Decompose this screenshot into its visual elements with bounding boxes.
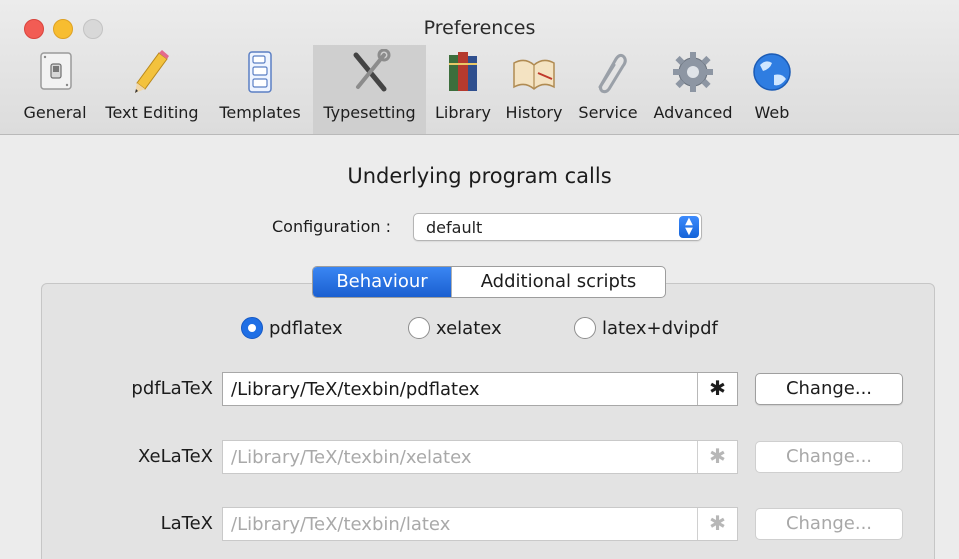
engine-radio-xelatex[interactable]: xelatex (408, 316, 502, 340)
toolbar-item-library[interactable]: Library (431, 45, 495, 134)
engine-label: pdflatex (269, 317, 343, 339)
gear-icon[interactable]: ✱ (697, 441, 737, 473)
toolbar: Preferences General Text Editing Templat… (0, 0, 959, 135)
gear-icon[interactable]: ✱ (697, 508, 737, 540)
program-row-pdflatex: pdfLaTeX /Library/TeX/texbin/pdflatex ✱ … (0, 372, 959, 406)
program-path-field[interactable]: /Library/TeX/texbin/xelatex ✱ (222, 440, 738, 474)
program-label: XeLaTeX (138, 446, 213, 467)
radio-selected-icon (241, 317, 263, 339)
window-title: Preferences (423, 17, 536, 39)
toolbar-item-advanced[interactable]: Advanced (647, 45, 739, 134)
template-icon (248, 51, 272, 93)
toolbar-item-label: Typesetting (323, 103, 416, 122)
paperclip-icon (598, 53, 627, 94)
configuration-value: default (426, 218, 483, 237)
engine-radio-latex-dvipdf[interactable]: latex+dvipdf (574, 316, 718, 340)
program-label: LaTeX (160, 513, 213, 534)
toolbar-item-templates[interactable]: Templates (214, 45, 306, 134)
configuration-label: Configuration : (272, 217, 391, 236)
program-path-value: /Library/TeX/texbin/xelatex (231, 447, 472, 468)
toolbar-item-label: Web (754, 103, 790, 122)
configuration-select[interactable]: default ▲ ▼ (413, 213, 702, 241)
preferences-window: Preferences General Text Editing Templat… (0, 0, 959, 559)
toolbar-item-history[interactable]: History (501, 45, 567, 134)
toolbar-item-label: General (23, 103, 87, 122)
toolbar-item-label: Library (435, 103, 491, 122)
toolbar-item-service[interactable]: Service (574, 45, 642, 134)
toolbar-item-label: Templates (219, 103, 301, 122)
tab-bar: Behaviour Additional scripts (312, 266, 666, 298)
section-title: Underlying program calls (347, 164, 612, 188)
change-button[interactable]: Change... (755, 508, 903, 540)
globe-icon (753, 53, 791, 91)
program-row-xelatex: XeLaTeX /Library/TeX/texbin/xelatex ✱ Ch… (0, 440, 959, 474)
typesetting-panel: Underlying program calls Configuration :… (0, 136, 959, 559)
program-path-field[interactable]: /Library/TeX/texbin/latex ✱ (222, 507, 738, 541)
book-icon (513, 59, 555, 91)
select-stepper-icon: ▲ ▼ (679, 216, 699, 238)
engine-label: latex+dvipdf (602, 317, 718, 339)
program-path-value: /Library/TeX/texbin/pdflatex (231, 379, 480, 400)
toolbar-item-text-editing[interactable]: Text Editing (97, 45, 207, 134)
gear-icon[interactable]: ✱ (697, 373, 737, 405)
program-path-value: /Library/TeX/texbin/latex (231, 514, 451, 535)
toolbar-item-label: Text Editing (105, 103, 199, 122)
tab-additional-scripts[interactable]: Additional scripts (451, 267, 665, 297)
change-button[interactable]: Change... (755, 441, 903, 473)
change-button[interactable]: Change... (755, 373, 903, 405)
program-path-field[interactable]: /Library/TeX/texbin/pdflatex ✱ (222, 372, 738, 406)
radio-unselected-icon (574, 317, 596, 339)
gear-icon (673, 52, 713, 92)
books-icon (449, 52, 477, 91)
program-row-latex: LaTeX /Library/TeX/texbin/latex ✱ Change… (0, 507, 959, 541)
toolbar-item-label: History (505, 103, 563, 122)
toolbar-item-typesetting[interactable]: Typesetting (313, 45, 426, 134)
tools-icon (353, 49, 390, 92)
toolbar-item-web[interactable]: Web (744, 45, 800, 134)
toolbar-item-label: Service (578, 103, 638, 122)
tab-behaviour[interactable]: Behaviour (313, 267, 451, 297)
engine-label: xelatex (436, 317, 502, 339)
toolbar-item-label: Advanced (653, 103, 733, 122)
toolbar-item-general[interactable]: General (20, 45, 90, 134)
engine-radio-pdflatex[interactable]: pdflatex (241, 316, 343, 340)
pencil-icon (135, 50, 169, 93)
radio-unselected-icon (408, 317, 430, 339)
program-label: pdfLaTeX (131, 378, 213, 399)
light-switch-icon (40, 52, 72, 90)
